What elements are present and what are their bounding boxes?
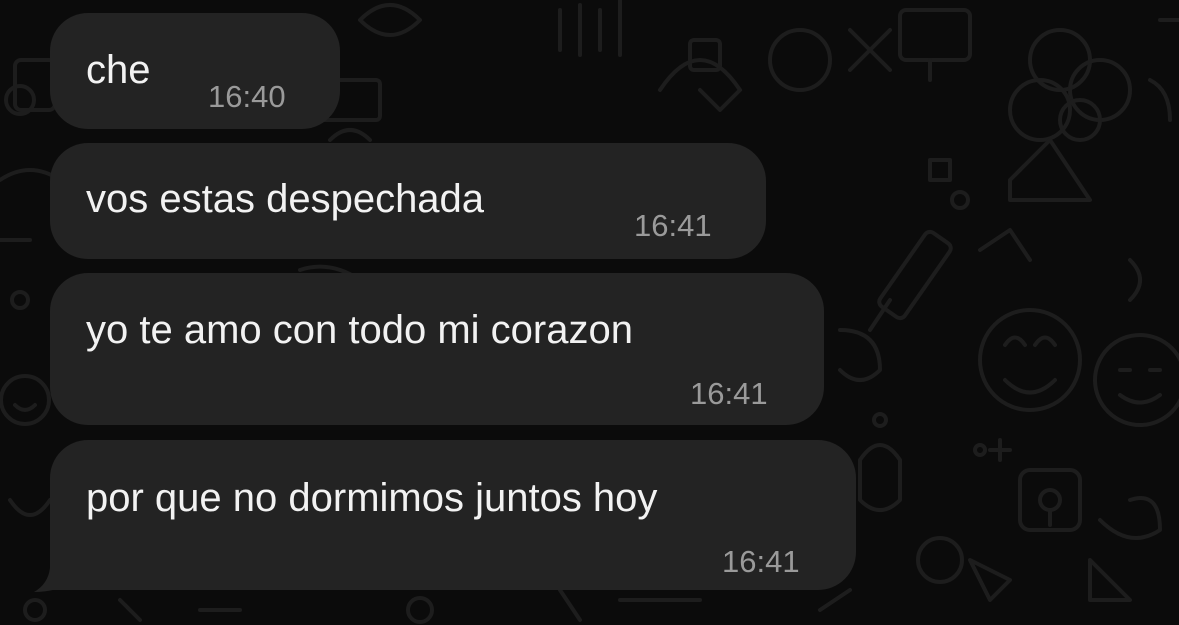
message-text: che: [86, 48, 151, 92]
message-timestamp: 16:40: [208, 79, 286, 114]
chat-background: che 16:40 vos estas despechada 16:41 yo …: [0, 0, 1179, 625]
message-text: por que no dormimos juntos hoy: [86, 476, 658, 520]
message-text: vos estas despechada: [86, 177, 485, 221]
message-text: yo te amo con todo mi corazon: [86, 308, 633, 352]
message-timestamp: 16:41: [690, 376, 768, 411]
message-timestamp: 16:41: [634, 208, 712, 243]
message-timestamp: 16:41: [722, 544, 800, 579]
